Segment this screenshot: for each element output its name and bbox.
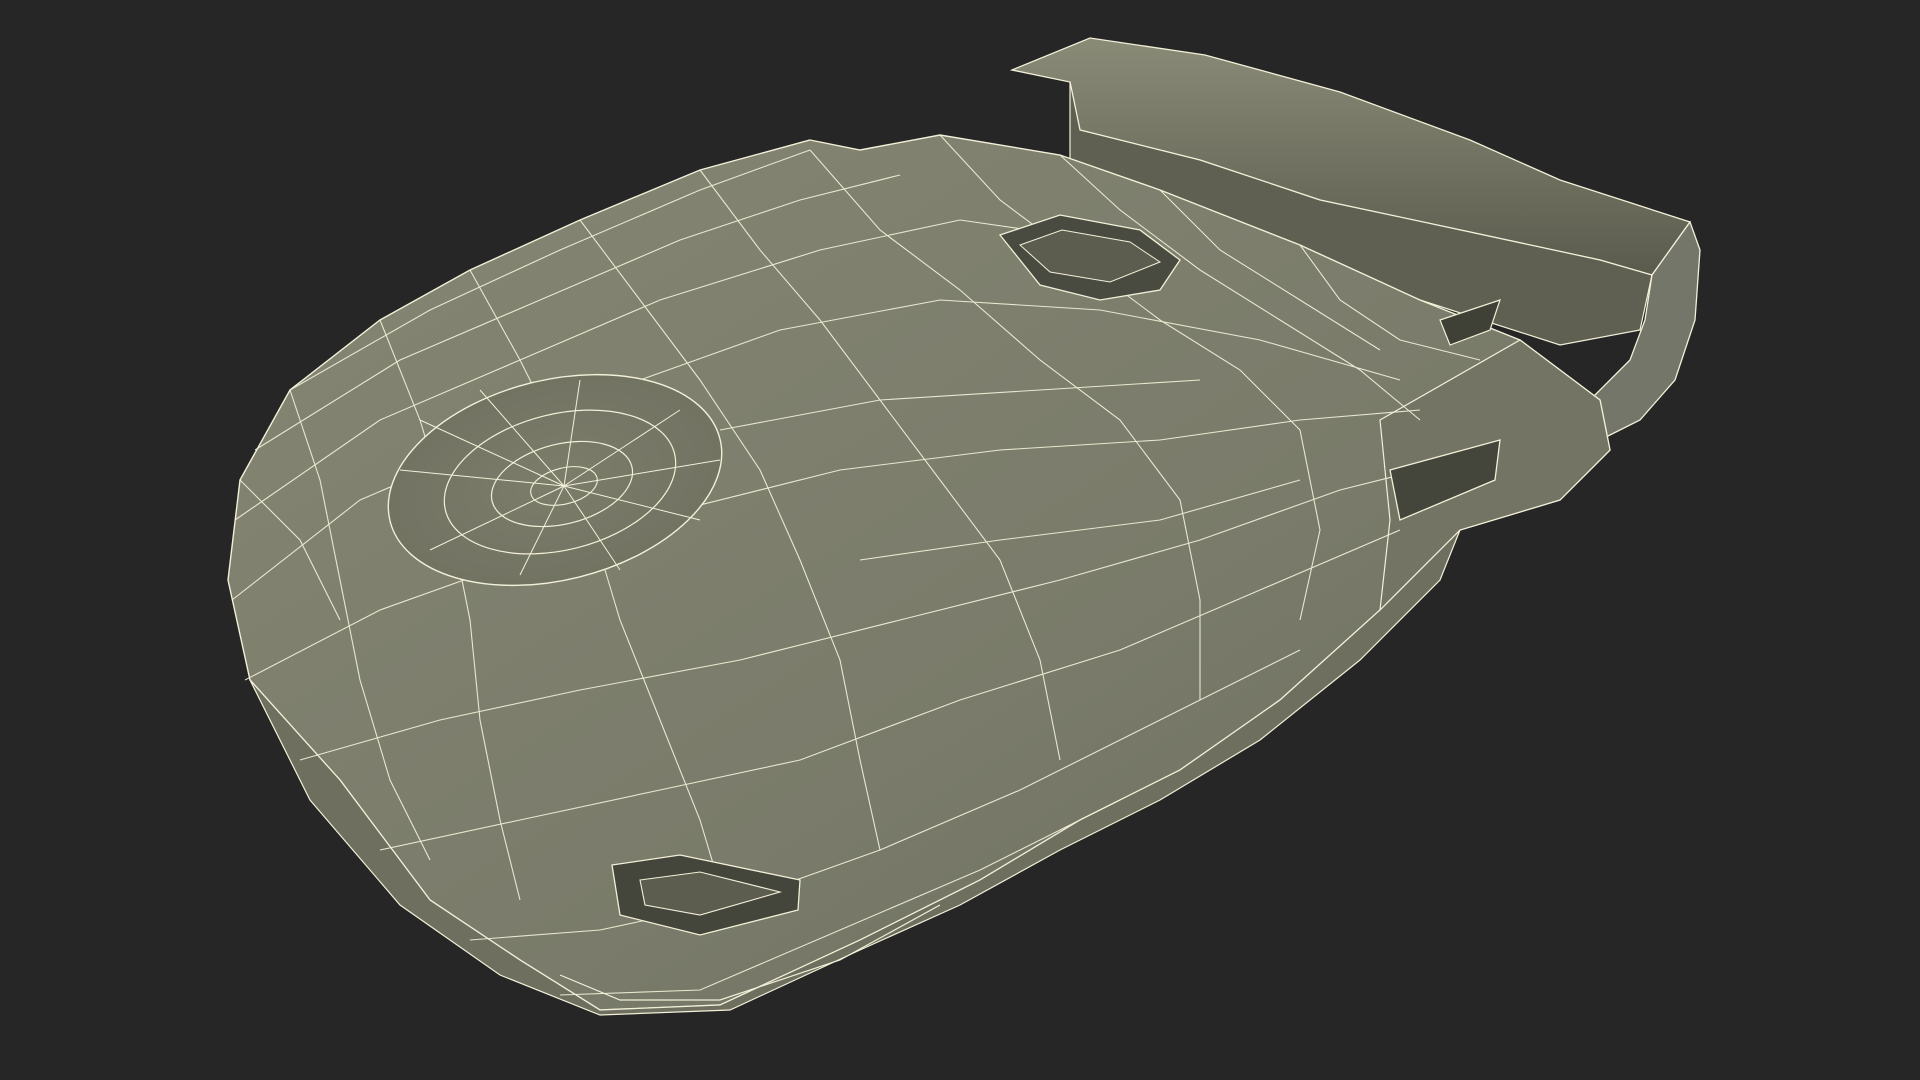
wireframe-model — [227, 37, 1701, 1016]
render-viewport — [0, 0, 1920, 1080]
